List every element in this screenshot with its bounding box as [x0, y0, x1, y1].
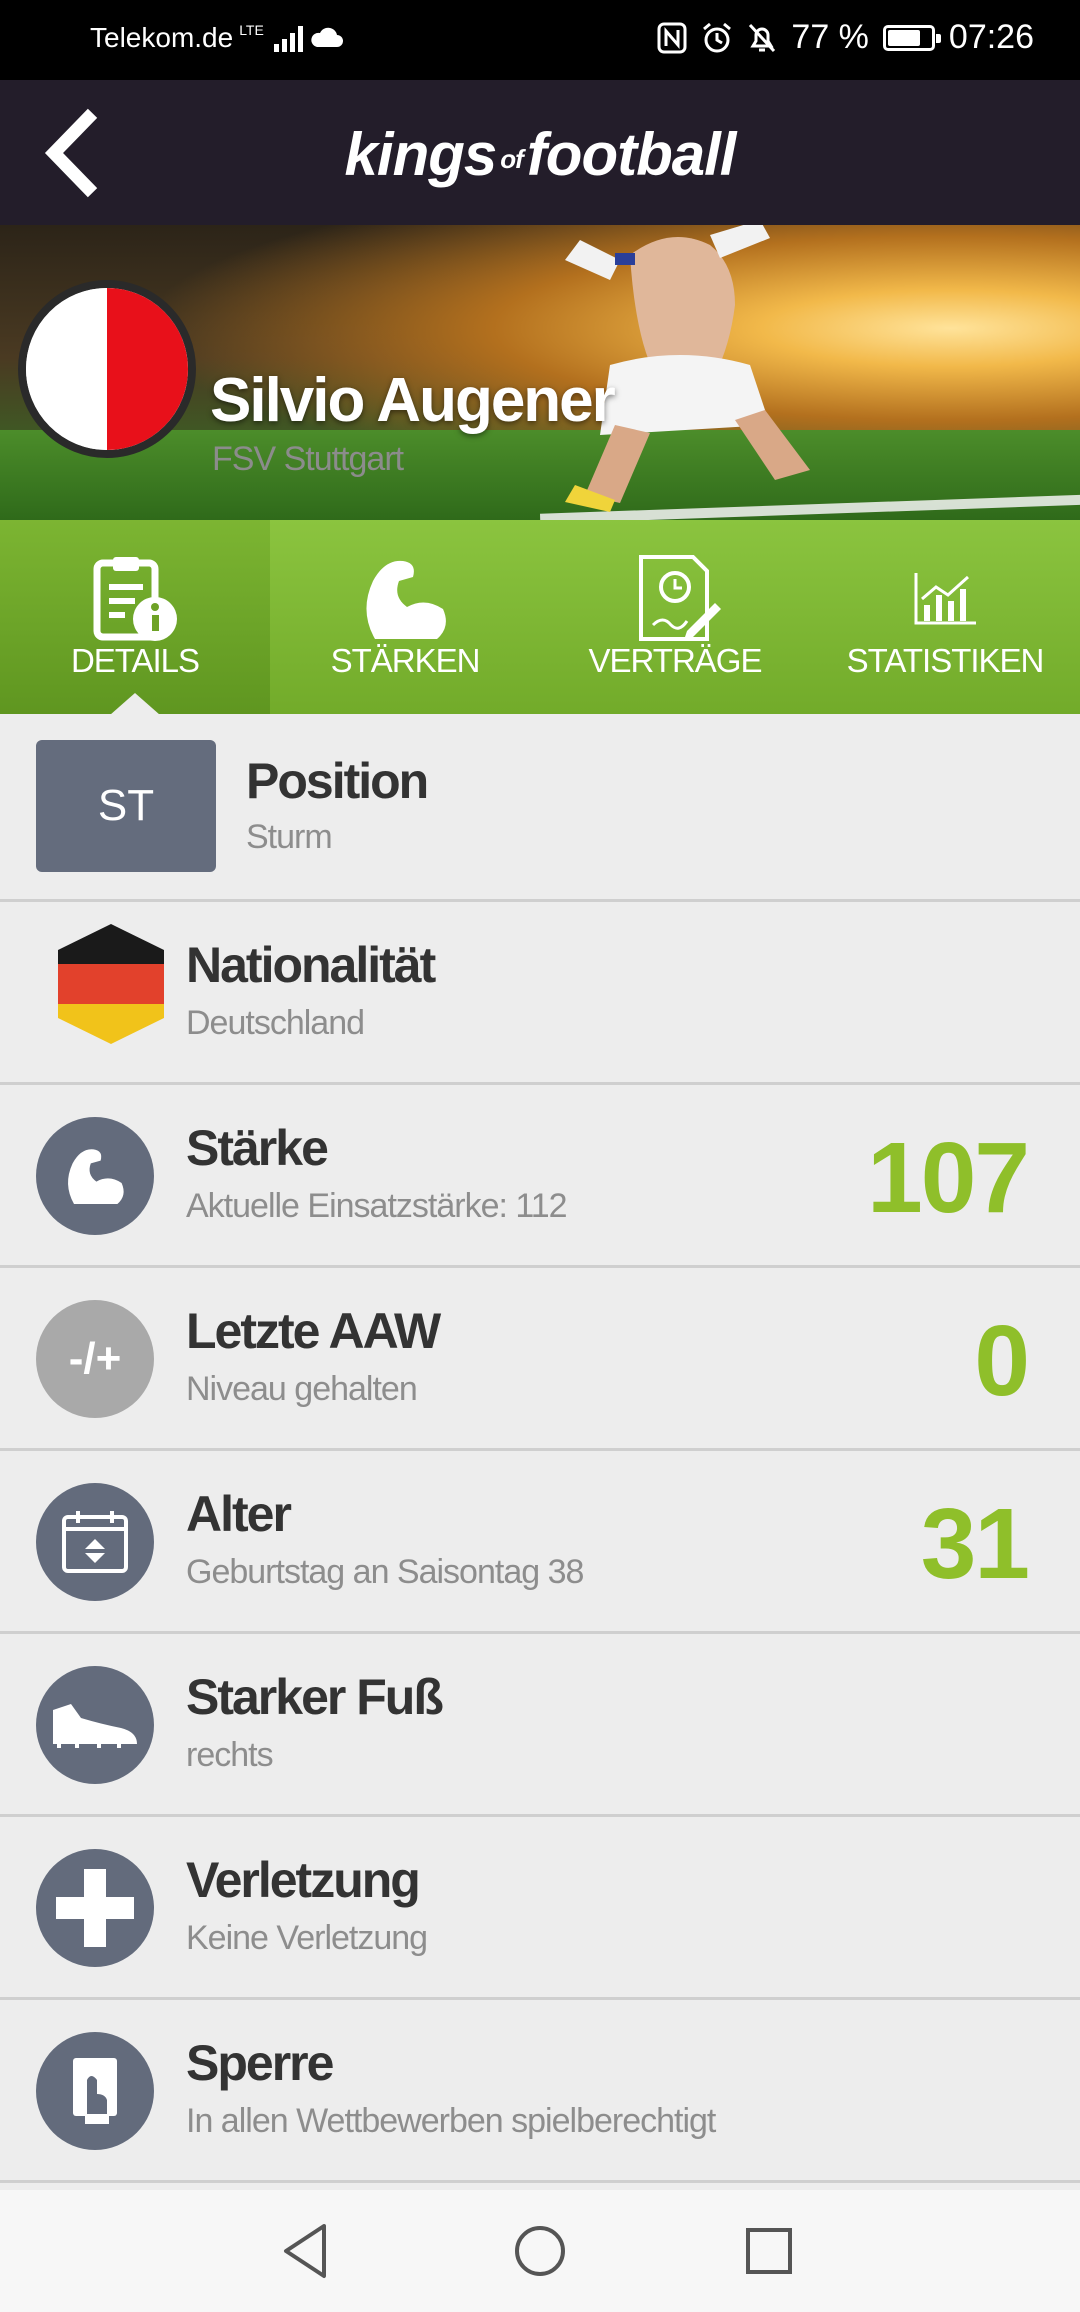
carrier-label: Telekom.de	[90, 22, 234, 53]
strong-foot-value: rechts	[186, 1736, 274, 1774]
football-boot-icon	[36, 1666, 154, 1784]
list-item-last-aaw: -/+ Letzte AAW Niveau gehalten 0	[0, 1268, 1080, 1451]
list-item-nationality: Nationalität Deutschland	[0, 902, 1080, 1085]
details-list: ST Position Sturm Nationalität Deutschla…	[0, 714, 1080, 2183]
strength-title: Stärke	[186, 1120, 329, 1176]
tab-details[interactable]: DETAILS	[0, 520, 270, 715]
clock: 07:26	[948, 18, 1034, 56]
strength-value: 107	[867, 1122, 1030, 1234]
plus-icon	[36, 1849, 154, 1967]
list-item-position: ST Position Sturm	[0, 714, 1080, 902]
tab-staerken[interactable]: STÄRKEN	[270, 520, 540, 714]
player-name: Silvio Augener	[210, 366, 616, 435]
bicep-icon	[36, 1117, 154, 1235]
germany-flag-icon	[58, 924, 164, 1044]
ban-title: Sperre	[186, 2035, 334, 2091]
list-item-injury: Verletzung Keine Verletzung	[0, 1817, 1080, 2000]
app-header: kings offootball	[0, 80, 1080, 225]
last-aaw-title: Letzte AAW	[186, 1303, 441, 1359]
position-title: Position	[246, 753, 429, 809]
tab-staerken-label: STÄRKEN	[330, 642, 481, 679]
age-subtitle: Geburtstag an Saisontag 38	[186, 1553, 584, 1591]
app-logo: kings offootball	[344, 121, 737, 188]
plus-minus-icon: -/+	[36, 1300, 154, 1418]
club-name[interactable]: FSV Stuttgart	[212, 440, 404, 479]
age-value: 31	[920, 1488, 1030, 1600]
list-item-strong-foot: Starker Fuß rechts	[0, 1634, 1080, 1817]
last-aaw-subtitle: Niveau gehalten	[186, 1370, 418, 1408]
age-title: Alter	[186, 1486, 292, 1542]
tab-statistiken[interactable]: STATISTIKEN	[810, 520, 1080, 714]
nationality-value: Deutschland	[186, 1004, 365, 1042]
club-badge	[18, 280, 196, 458]
calendar-icon	[36, 1483, 154, 1601]
tab-statistiken-label: STATISTIKEN	[846, 642, 1045, 679]
nationality-title: Nationalität	[186, 937, 436, 993]
nav-back-icon[interactable]	[274, 2218, 340, 2284]
injury-title: Verletzung	[186, 1852, 421, 1908]
position-badge: ST	[36, 740, 216, 872]
clipboard-info-icon	[0, 544, 270, 654]
player-tabs: DETAILS STÄRKEN VERTRÄGE STATISTIKEN	[0, 520, 1080, 715]
tab-vertraege[interactable]: VERTRÄGE	[540, 520, 810, 714]
position-value: Sturm	[246, 818, 333, 856]
battery-icon	[882, 24, 941, 51]
tab-details-label: DETAILS	[70, 642, 200, 679]
strong-foot-title: Starker Fuß	[186, 1669, 444, 1725]
alarm-icon	[703, 22, 732, 52]
bar-chart-icon	[810, 544, 1080, 654]
nav-home-icon[interactable]	[507, 2218, 573, 2284]
red-card-icon	[36, 2032, 154, 2150]
ban-value: In allen Wettbewerben spielberechtigt	[186, 2102, 716, 2140]
mute-bell-icon	[749, 23, 776, 52]
nav-recents-icon[interactable]	[736, 2218, 802, 2284]
list-item-strength: Stärke Aktuelle Einsatzstärke: 112 107	[0, 1085, 1080, 1268]
strength-subtitle: Aktuelle Einsatzstärke: 112	[186, 1187, 568, 1225]
tab-vertraege-label: VERTRÄGE	[588, 642, 763, 679]
signal-icon	[273, 24, 303, 52]
list-item-age: Alter Geburtstag an Saisontag 38 31	[0, 1451, 1080, 1634]
cloud-icon	[311, 27, 343, 47]
contract-icon	[540, 544, 810, 654]
list-item-ban: Sperre In allen Wettbewerben spielberech…	[0, 2000, 1080, 2183]
battery-percent: 77 %	[791, 18, 869, 56]
system-nav-bar	[0, 2190, 1080, 2312]
status-bar: Telekom.de LTE 77 % 07:26	[0, 0, 1080, 80]
nfc-icon	[657, 22, 687, 53]
last-aaw-value: 0	[974, 1305, 1030, 1417]
network-label: LTE	[239, 22, 264, 38]
flexed-bicep-icon	[270, 544, 540, 654]
injury-value: Keine Verletzung	[186, 1919, 428, 1957]
